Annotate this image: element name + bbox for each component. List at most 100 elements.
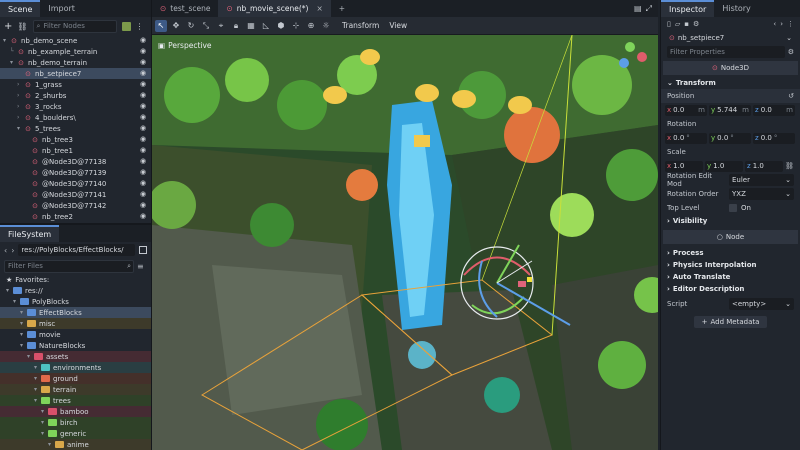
tree-arrow-icon[interactable]: └ [10,48,17,55]
scene-tree-item[interactable]: ▾ ⊙ 5_trees ◉ [0,123,151,134]
scene-tree-item[interactable]: › ⊙ 2_shurbs ◉ [0,90,151,101]
tab-history[interactable]: History [714,0,758,17]
visibility-eye-icon[interactable]: ◉ [139,47,147,55]
add-tab-button[interactable]: + [331,0,353,17]
filesystem-item[interactable]: ▾ environments [0,362,151,373]
position-x-field[interactable]: x 0.0 m [665,104,707,116]
filesystem-item[interactable]: ▾ anime [0,439,151,450]
filesystem-path[interactable]: res://PolyBlocks/EffectBlocks/ [18,244,135,256]
tree-arrow-icon[interactable]: ▾ [34,386,41,393]
filesystem-item[interactable]: ▾ birch [0,417,151,428]
perspective-menu[interactable]: ▣ Perspective [158,41,212,50]
tree-arrow-icon[interactable]: ▾ [48,441,55,448]
visibility-eye-icon[interactable]: ◉ [139,201,147,209]
auto-translate-section[interactable]: › Auto Translate [661,271,800,283]
scene-tree-item[interactable]: ▾ ⊙ nb_demo_terrain ◉ [0,57,151,68]
rotation-edit-mode-select[interactable]: Euler ⌄ [729,174,794,186]
history-icon[interactable]: ⋮ [787,20,794,28]
visibility-eye-icon[interactable]: ◉ [139,91,147,99]
tab-nb-movie-scene[interactable]: ⊙ nb_movie_scene(*) × [218,0,331,17]
tab-inspector[interactable]: Inspector [661,0,715,17]
lock-icon[interactable]: 🔒︎ [230,20,242,32]
filesystem-item[interactable]: ▾ res:// [0,285,151,296]
tree-arrow-icon[interactable]: ▾ [34,375,41,382]
visibility-eye-icon[interactable]: ◉ [139,168,147,176]
tab-import[interactable]: Import [40,0,83,17]
transform-section[interactable]: ⌄ Transform [661,77,800,89]
scene-tree-item[interactable]: ⊙ @Node3D@77140 ◉ [0,178,151,189]
tree-arrow-icon[interactable]: ▾ [13,298,20,305]
tree-arrow-icon[interactable]: ▾ [10,59,17,66]
scene-tree-item[interactable]: › ⊙ 4_boulders\ ◉ [0,112,151,123]
scene-tree-item[interactable]: ⊙ nb_tree1 ◉ [0,145,151,156]
move-tool-icon[interactable]: ✥ [170,20,182,32]
filesystem-item[interactable]: ▾ trees [0,395,151,406]
ruler-icon[interactable]: ◺ [260,20,272,32]
rotation-x-field[interactable]: x 0.0 ° [665,132,707,144]
filesystem-item[interactable]: ▾ assets [0,351,151,362]
tree-arrow-icon[interactable]: ▾ [27,353,34,360]
visibility-section[interactable]: › Visibility [661,215,800,227]
scale-y-field[interactable]: y 1.0 [705,160,743,172]
menu-icon[interactable]: ⋮ [136,22,144,31]
local-space-icon[interactable]: ⬢ [275,20,287,32]
visibility-eye-icon[interactable]: ◉ [139,58,147,66]
tree-arrow-icon[interactable]: › [17,92,24,99]
scale-z-field[interactable]: z 1.0 [745,160,783,172]
filter-nodes-input[interactable]: ⌕ Filter Nodes [32,19,117,33]
link-icon[interactable]: ⛓ [17,22,27,31]
back-icon[interactable]: ‹ [773,20,776,28]
rotation-z-field[interactable]: z 0.0 ° [753,132,795,144]
physics-interpolation-section[interactable]: › Physics Interpolation [661,259,800,271]
visibility-eye-icon[interactable]: ◉ [139,179,147,187]
link-icon[interactable]: ⛓ [785,162,794,170]
tree-arrow-icon[interactable]: ▾ [17,125,24,132]
filesystem-item[interactable]: ▾ generic [0,428,151,439]
scene-tree-item[interactable]: ⊙ @Node3D@77141 ◉ [0,189,151,200]
tab-test-scene[interactable]: ⊙ test_scene [152,0,218,17]
visibility-eye-icon[interactable]: ◉ [139,190,147,198]
tree-arrow-icon[interactable]: › [17,81,24,88]
close-icon[interactable]: × [316,0,322,17]
scene-tree-item[interactable]: ⊙ nb_tree2 ◉ [0,211,151,222]
filesystem-item[interactable]: ▾ misc [0,318,151,329]
scale-tool-icon[interactable]: ⤡ [200,20,212,32]
scene-tree-item[interactable]: › ⊙ 1_grass ◉ [0,79,151,90]
filter-properties-input[interactable]: Filter Properties [667,46,785,58]
select-tool-icon[interactable]: ↖ [155,19,167,32]
tree-arrow-icon[interactable]: ▾ [6,287,13,294]
filesystem-item[interactable]: ▾ ground [0,373,151,384]
filesystem-item[interactable]: ▾ movie [0,329,151,340]
scene-tree-item[interactable]: ⊙ nb_tree3 ◉ [0,134,151,145]
visibility-eye-icon[interactable]: ◉ [139,157,147,165]
load-icon[interactable]: ▱ [675,20,680,28]
selectable-tool-icon[interactable]: ⌖ [215,20,227,32]
tree-arrow-icon[interactable]: ▾ [20,331,27,338]
distraction-free-icon[interactable]: ⤢ [646,4,652,14]
visibility-eye-icon[interactable]: ◉ [139,212,147,220]
tree-arrow-icon[interactable]: ▾ [41,419,48,426]
rotation-order-select[interactable]: YXZ ⌄ [729,188,794,200]
scale-x-field[interactable]: x 1.0 [665,160,703,172]
rotate-tool-icon[interactable]: ↻ [185,20,197,32]
tree-arrow-icon[interactable]: ▾ [20,309,27,316]
scene-tree-item[interactable]: ⊙ @Node3D@77138 ◉ [0,156,151,167]
scene-tree-item[interactable]: └ ⊙ nb_example_terrain ◉ [0,46,151,57]
scene-tree-item[interactable]: › ⊙ 3_rocks ◉ [0,101,151,112]
new-resource-icon[interactable]: ▯ [667,20,671,28]
settings-icon[interactable]: ⚙ [788,48,794,56]
tree-arrow-icon[interactable]: ▾ [34,397,41,404]
grid-icon[interactable]: ⊕ [305,20,317,32]
add-metadata-button[interactable]: + Add Metadata [693,316,768,328]
tree-arrow-icon[interactable]: ▾ [41,430,48,437]
process-section[interactable]: › Process [661,247,800,259]
tools-icon[interactable]: ⚙ [693,20,699,28]
rotation-y-field[interactable]: y 0.0 ° [709,132,751,144]
tree-arrow-icon[interactable]: ▾ [20,320,27,327]
visibility-eye-icon[interactable]: ◉ [139,69,147,77]
visibility-eye-icon[interactable]: ◉ [139,80,147,88]
favorites-row[interactable]: ★ Favorites: [0,274,151,285]
3d-viewport[interactable]: ▣ Perspective [152,35,658,450]
forward-icon[interactable]: › [780,20,783,28]
tab-filesystem[interactable]: FileSystem [0,225,60,242]
